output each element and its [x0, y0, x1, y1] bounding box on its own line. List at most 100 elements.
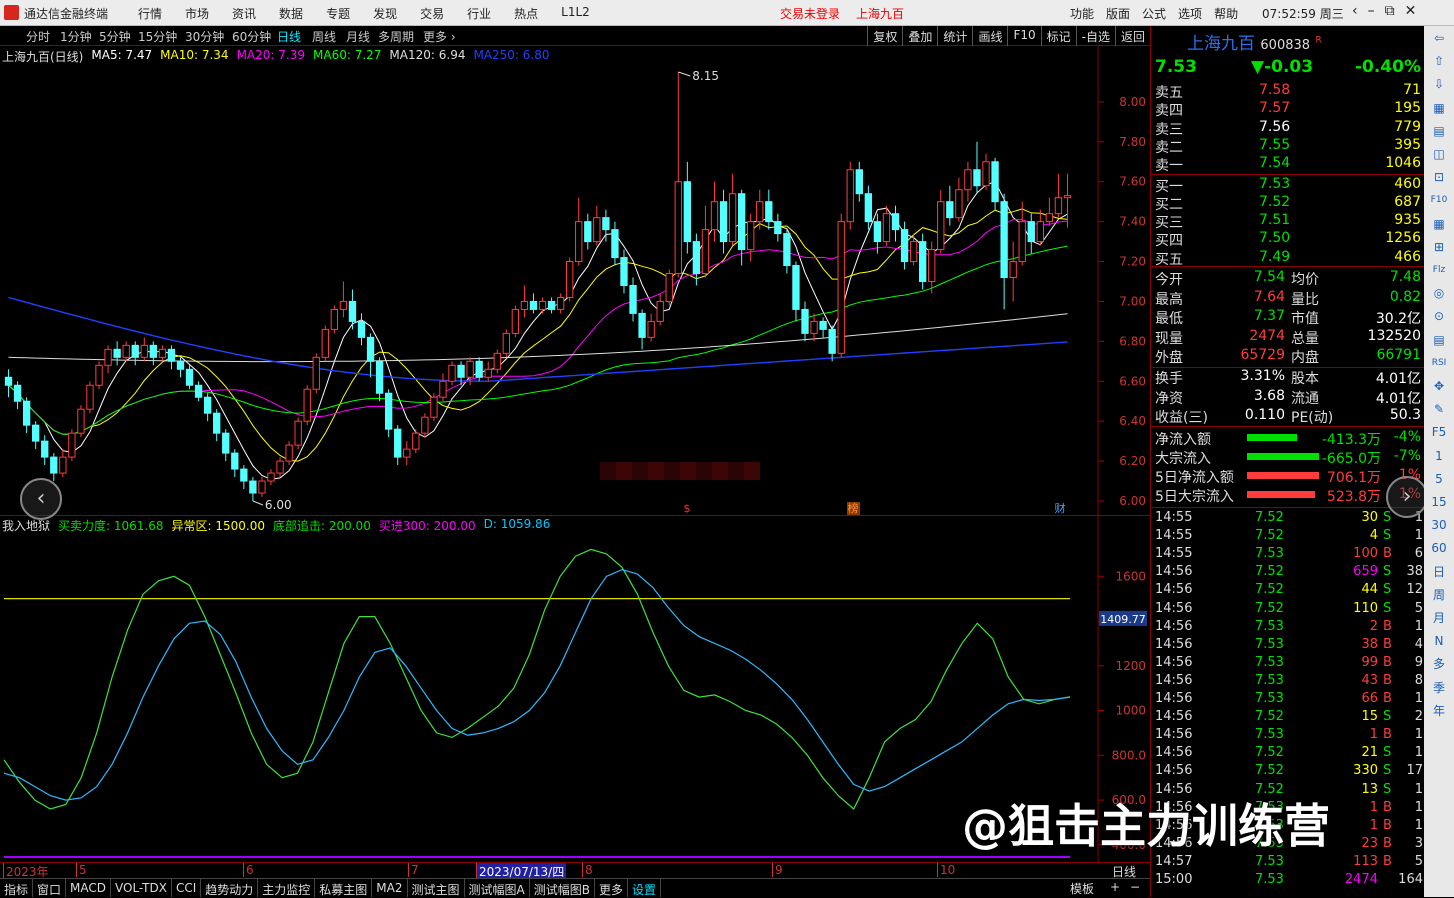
- period-tab[interactable]: 周线: [312, 28, 336, 45]
- side-tool-icon[interactable]: ▦: [1426, 98, 1452, 118]
- zoom-out-button[interactable]: −: [1130, 880, 1140, 894]
- minimize-icon[interactable]: –: [1368, 3, 1375, 19]
- current-stock-link[interactable]: 上海九百: [856, 5, 904, 22]
- side-tool-icon[interactable]: RSI: [1426, 353, 1452, 373]
- period-tab[interactable]: 多周期: [378, 28, 414, 45]
- menu-item[interactable]: 行业: [467, 5, 491, 22]
- prev-arrow-button[interactable]: ‹: [20, 478, 62, 520]
- zoom-in-button[interactable]: +: [1110, 880, 1120, 894]
- bottom-tab[interactable]: 窗口: [33, 879, 67, 897]
- period-tab[interactable]: 月线: [346, 28, 370, 45]
- side-tool-icon[interactable]: 30: [1426, 515, 1452, 535]
- book-row[interactable]: 买四 7.50 1256: [1155, 230, 1423, 249]
- bottom-tab[interactable]: MACD: [66, 879, 112, 897]
- period-tab[interactable]: 分时: [26, 28, 50, 45]
- chart-tool-button[interactable]: 叠加: [902, 26, 937, 46]
- side-tool-icon[interactable]: F5: [1426, 422, 1452, 442]
- side-tool-icon[interactable]: ⇦: [1426, 28, 1452, 48]
- side-tool-icon[interactable]: ▦: [1426, 214, 1452, 234]
- period-tab[interactable]: 日线: [277, 28, 301, 45]
- side-tool-icon[interactable]: 1: [1426, 446, 1452, 466]
- side-tool-icon[interactable]: Flz: [1426, 260, 1452, 280]
- side-tool-icon[interactable]: ▤: [1426, 121, 1452, 141]
- period-tab[interactable]: 1分钟: [60, 28, 92, 45]
- period-tab[interactable]: 15分钟: [138, 28, 177, 45]
- menu-item[interactable]: 交易: [420, 5, 444, 22]
- book-row[interactable]: 卖三 7.56 779: [1155, 119, 1423, 138]
- side-tool-icon[interactable]: F10: [1426, 190, 1452, 210]
- side-tool-icon[interactable]: 年: [1426, 701, 1452, 721]
- menu-item[interactable]: 数据: [279, 5, 303, 22]
- book-row[interactable]: 买一 7.53 460: [1155, 176, 1423, 195]
- chart-tool-button[interactable]: F10: [1007, 26, 1040, 46]
- menu-item[interactable]: 专题: [326, 5, 350, 22]
- side-tool-icon[interactable]: 季: [1426, 678, 1452, 698]
- next-arrow-button[interactable]: ›: [1386, 476, 1428, 518]
- side-tool-icon[interactable]: ⇩: [1426, 74, 1452, 94]
- template-button[interactable]: 模板: [1070, 880, 1094, 897]
- right-menu-item[interactable]: 帮助: [1214, 5, 1238, 22]
- menu-item[interactable]: 发现: [373, 5, 397, 22]
- back-icon[interactable]: ‹: [1352, 3, 1358, 19]
- book-row[interactable]: 买三 7.51 935: [1155, 212, 1423, 231]
- menu-item[interactable]: 热点: [514, 5, 538, 22]
- book-row[interactable]: 卖五 7.58 71: [1155, 82, 1423, 101]
- right-menu-item[interactable]: 功能: [1070, 5, 1094, 22]
- bottom-tab[interactable]: VOL-TDX: [111, 879, 172, 897]
- period-tab[interactable]: 30分钟: [185, 28, 224, 45]
- side-tool-icon[interactable]: 多: [1426, 654, 1452, 674]
- side-tool-icon[interactable]: ⊞: [1426, 237, 1452, 257]
- side-tool-icon[interactable]: ◎: [1426, 283, 1452, 303]
- side-tool-icon[interactable]: ⊡: [1426, 167, 1452, 187]
- kline-chart[interactable]: 上海九百(日线) MA5: 7.47 MA10: 7.34 MA20: 7.39 MA…: [0, 46, 1150, 520]
- side-tool-icon[interactable]: 日: [1426, 562, 1452, 582]
- side-tool-icon[interactable]: ⊙: [1426, 306, 1452, 326]
- period-tab[interactable]: 60分钟: [232, 28, 271, 45]
- book-row[interactable]: 卖二 7.55 395: [1155, 137, 1423, 156]
- bottom-tab[interactable]: 主力监控: [258, 879, 316, 897]
- menu-item[interactable]: L1L2: [561, 5, 590, 22]
- restore-icon[interactable]: ⧉: [1385, 3, 1395, 19]
- period-tab[interactable]: 5分钟: [99, 28, 131, 45]
- book-row[interactable]: 卖四 7.57 195: [1155, 100, 1423, 119]
- side-tool-icon[interactable]: N: [1426, 631, 1452, 651]
- menu-item[interactable]: 市场: [185, 5, 209, 22]
- side-tool-icon[interactable]: 60: [1426, 538, 1452, 558]
- bottom-tab[interactable]: 测试幅图A: [465, 879, 530, 897]
- trade-login-link[interactable]: 交易未登录: [780, 5, 840, 22]
- book-row[interactable]: 买五 7.49 466: [1155, 249, 1423, 268]
- bottom-tab[interactable]: 设置: [628, 879, 661, 897]
- side-tool-icon[interactable]: ▤: [1426, 330, 1452, 350]
- bottom-tab[interactable]: 趋势动力: [201, 879, 259, 897]
- menu-item[interactable]: 行情: [138, 5, 162, 22]
- right-menu-item[interactable]: 版面: [1106, 5, 1130, 22]
- side-tool-icon[interactable]: ◫: [1426, 144, 1452, 164]
- book-row[interactable]: 卖一 7.54 1046: [1155, 155, 1423, 174]
- side-tool-icon[interactable]: 5: [1426, 469, 1452, 489]
- right-menu-item[interactable]: 公式: [1142, 5, 1166, 22]
- side-tool-icon[interactable]: 月: [1426, 608, 1452, 628]
- chart-tool-button[interactable]: 返回: [1114, 26, 1150, 46]
- chart-tool-button[interactable]: 统计: [937, 26, 972, 46]
- right-menu-item[interactable]: 选项: [1178, 5, 1202, 22]
- period-tab[interactable]: 更多 ›: [423, 28, 456, 45]
- side-tool-icon[interactable]: 15: [1426, 492, 1452, 512]
- side-tool-icon[interactable]: ✥: [1426, 376, 1452, 396]
- bottom-tab[interactable]: 更多: [595, 879, 628, 897]
- chart-tool-button[interactable]: -自选: [1075, 26, 1115, 46]
- chart-tool-button[interactable]: 画线: [972, 26, 1007, 46]
- close-icon[interactable]: ✕: [1405, 3, 1417, 19]
- menu-item[interactable]: 资讯: [232, 5, 256, 22]
- bottom-tab[interactable]: CCI: [172, 879, 202, 897]
- bottom-tab[interactable]: 私募主图: [315, 879, 373, 897]
- chart-tool-button[interactable]: 标记: [1040, 26, 1076, 46]
- side-tool-icon[interactable]: ✎: [1426, 399, 1452, 419]
- side-tool-icon[interactable]: 周: [1426, 585, 1452, 605]
- chart-tool-button[interactable]: 复权: [867, 26, 902, 46]
- bottom-tab[interactable]: 指标: [0, 879, 34, 897]
- side-tool-icon[interactable]: ⇧: [1426, 51, 1452, 71]
- bottom-tab[interactable]: 测试幅图B: [530, 879, 595, 897]
- bottom-tab[interactable]: 测试主图: [408, 879, 465, 897]
- bottom-tab[interactable]: MA2: [372, 879, 408, 897]
- book-row[interactable]: 买二 7.52 687: [1155, 194, 1423, 213]
